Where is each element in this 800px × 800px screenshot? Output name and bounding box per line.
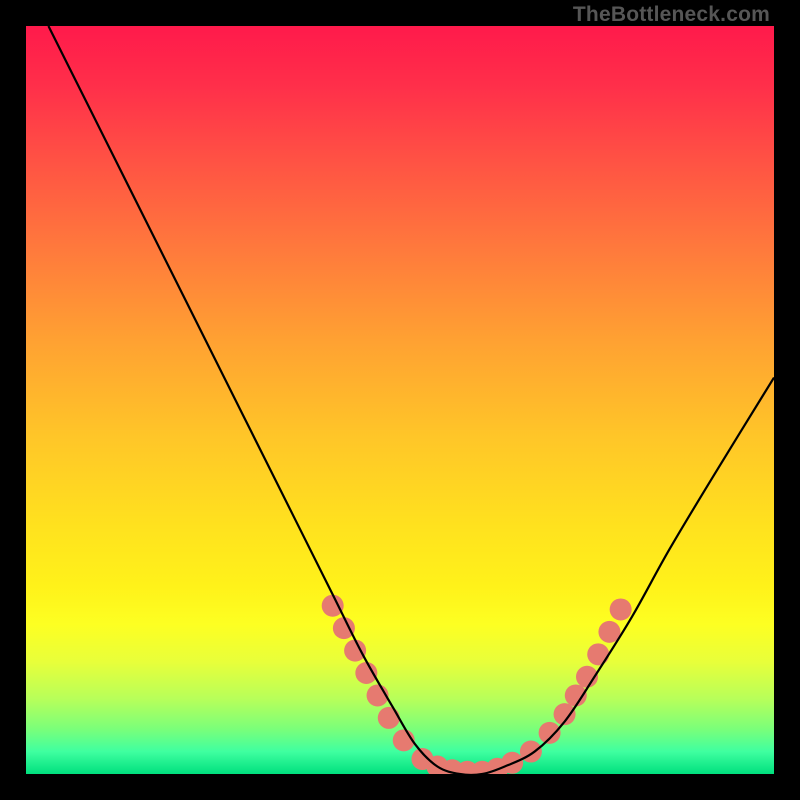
highlight-dot — [333, 617, 355, 639]
watermark-label: TheBottleneck.com — [573, 3, 770, 27]
highlight-dot — [344, 640, 366, 662]
highlight-dot — [610, 598, 632, 620]
plot-area — [26, 26, 774, 774]
highlight-dot — [378, 707, 400, 729]
highlight-dot — [322, 595, 344, 617]
chart-svg — [26, 26, 774, 774]
highlight-dots — [322, 595, 632, 774]
highlight-dot — [587, 643, 609, 665]
highlight-dot — [539, 722, 561, 744]
bottleneck-curve — [48, 26, 774, 774]
chart-container: TheBottleneck.com — [0, 0, 800, 800]
